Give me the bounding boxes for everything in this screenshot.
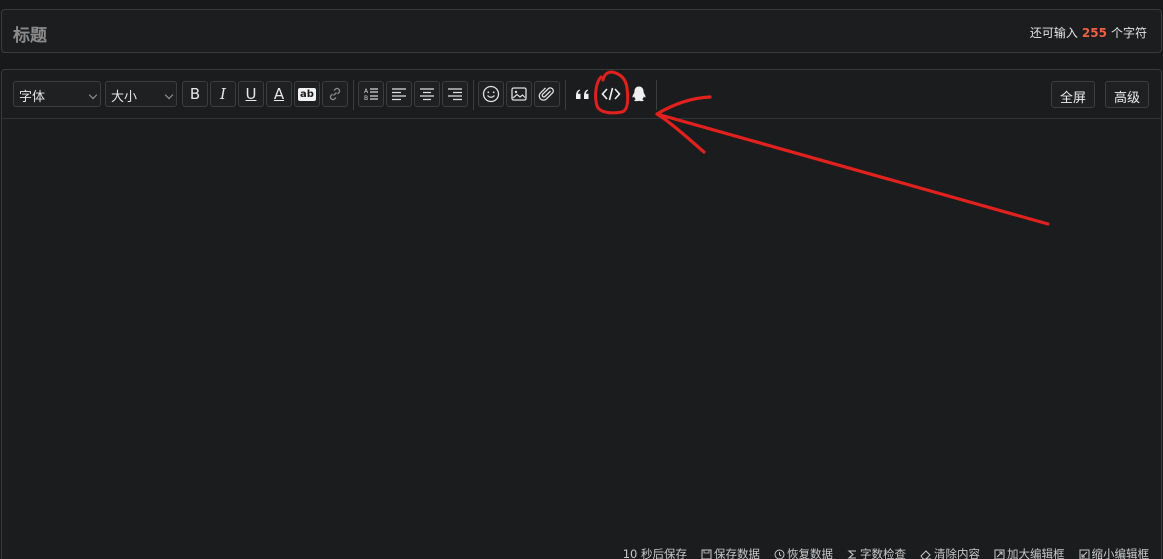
shrink-editor-label: 缩小编辑框 <box>1091 547 1150 559</box>
advanced-label: 高级 <box>1114 91 1141 106</box>
restore-data-link[interactable]: 恢复数据 <box>774 546 833 559</box>
chevron-down-icon <box>88 90 98 100</box>
svg-text:B: B <box>364 95 368 102</box>
clock-icon <box>774 549 785 559</box>
advanced-button[interactable]: 高级 <box>1105 81 1150 108</box>
clear-content-link[interactable]: 清除内容 <box>920 546 980 559</box>
font-family-label: 字体 <box>19 90 46 105</box>
fullscreen-button[interactable]: 全屏 <box>1051 81 1096 108</box>
autosave-label: 10 秒后保存 <box>622 547 687 559</box>
attachment-icon <box>538 87 554 101</box>
align-right-button[interactable] <box>442 81 468 107</box>
font-color-icon: A <box>273 85 285 103</box>
toolbar-divider <box>473 80 474 110</box>
italic-button[interactable]: I <box>210 81 236 107</box>
ordered-list-icon: AB <box>364 88 378 102</box>
quote-icon <box>576 89 589 99</box>
title-placeholder: 标题 <box>13 26 47 46</box>
ordered-list-button[interactable]: AB <box>358 81 384 107</box>
align-right-icon <box>448 88 462 101</box>
italic-icon: I <box>220 85 226 103</box>
clear-content-label: 清除内容 <box>934 547 980 559</box>
eraser-icon <box>920 549 931 559</box>
save-data-label: 保存数据 <box>714 547 760 559</box>
chevron-down-icon <box>164 90 174 100</box>
background-color-icon: ab <box>298 87 316 101</box>
qq-button[interactable] <box>626 81 652 107</box>
editor-content-area[interactable] <box>2 120 1161 540</box>
fullscreen-label: 全屏 <box>1060 91 1087 106</box>
underline-button[interactable]: U <box>238 81 264 107</box>
svg-text:A: A <box>364 88 369 95</box>
save-icon <box>701 549 712 559</box>
save-data-link[interactable]: 保存数据 <box>701 546 760 559</box>
char-counter: 还可输入 255 个字符 <box>1030 24 1147 41</box>
expand-icon <box>994 549 1005 559</box>
underline-icon: U <box>245 85 257 103</box>
insert-code-button[interactable] <box>598 81 624 107</box>
shrink-icon <box>1079 549 1089 559</box>
emoji-button[interactable] <box>478 81 504 107</box>
align-center-button[interactable] <box>414 81 440 107</box>
font-size-select[interactable]: 大小 <box>105 81 177 107</box>
font-color-button[interactable]: A <box>266 81 292 107</box>
editor-status-bar: 10 秒后保存 保存数据 恢复数据 字数检查 清除内容 加大编辑框 缩小编辑框 <box>623 546 1149 559</box>
image-icon <box>511 87 527 101</box>
word-check-link[interactable]: 字数检查 <box>847 546 906 559</box>
restore-data-label: 恢复数据 <box>787 547 833 559</box>
counter-value: 255 <box>1081 26 1107 40</box>
align-center-icon <box>420 88 434 101</box>
toolbar-divider <box>565 80 566 110</box>
counter-suffix: 个字符 <box>1110 26 1147 40</box>
link-button[interactable] <box>322 81 348 107</box>
autosave-status: 10 秒后保存 <box>623 546 687 559</box>
emoji-icon <box>482 85 500 103</box>
align-left-icon <box>392 88 406 101</box>
attachment-button[interactable] <box>534 81 560 107</box>
code-icon <box>601 87 621 101</box>
quote-button[interactable] <box>570 81 596 107</box>
enlarge-editor-link[interactable]: 加大编辑框 <box>994 546 1065 559</box>
bold-icon: B <box>189 85 201 103</box>
editor-toolbar: 字体 大小 B I U A ab AB 全屏 高级 <box>2 70 1161 119</box>
bold-button[interactable]: B <box>182 81 208 107</box>
link-icon <box>329 87 341 101</box>
editor: 字体 大小 B I U A ab AB 全屏 高级 <box>1 69 1162 559</box>
shrink-editor-link[interactable]: 缩小编辑框 <box>1079 546 1150 559</box>
font-family-select[interactable]: 字体 <box>13 81 101 107</box>
sigma-icon <box>847 549 856 559</box>
counter-prefix: 还可输入 <box>1029 26 1078 40</box>
word-check-label: 字数检查 <box>860 547 906 559</box>
align-left-button[interactable] <box>386 81 412 107</box>
title-input[interactable]: 标题 还可输入 255 个字符 <box>1 9 1162 53</box>
font-size-label: 大小 <box>111 90 138 105</box>
qq-icon <box>632 86 646 102</box>
toolbar-divider <box>656 80 657 110</box>
background-color-button[interactable]: ab <box>294 81 320 107</box>
toolbar-divider <box>353 80 354 110</box>
insert-image-button[interactable] <box>506 81 532 107</box>
enlarge-editor-label: 加大编辑框 <box>1007 547 1065 559</box>
